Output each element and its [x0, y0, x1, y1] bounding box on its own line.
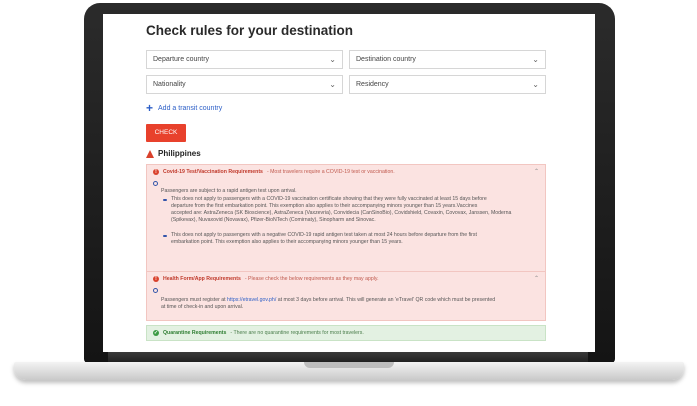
laptop-base [14, 362, 684, 380]
bullet-icon [163, 199, 167, 201]
residency-select[interactable]: Residency ⌄ [349, 75, 546, 94]
etravel-link[interactable]: https://etravel.gov.ph/ [227, 297, 276, 303]
health-text-line2: at time of check-in and upon arrival. [161, 304, 244, 310]
covid-bullet1-line1: This does not apply to passengers with a… [171, 196, 487, 202]
check-circle-icon: ✓ [153, 330, 159, 336]
health-panel-summary: - Please check the below requirements as… [244, 276, 379, 282]
health-form-panel[interactable]: ! Health Form/App Requirements - Please … [146, 271, 546, 321]
residency-label: Residency [356, 81, 389, 88]
covid-bullet2-line2: embarkation point. This exemption also a… [171, 239, 403, 245]
health-text-line1: Passengers must register at https://etra… [161, 297, 495, 304]
result-country-name: Philippines [158, 149, 201, 158]
add-transit-link[interactable]: + Add a transit country [146, 101, 223, 115]
covid-intro-text: Passengers are subject to a rapid antige… [161, 188, 297, 194]
covid-bullet1-line4: (Spikevax), Nuvaxovid (Novavax), Pfizer-… [171, 217, 376, 223]
bullet-icon [163, 235, 167, 237]
warning-icon [146, 149, 154, 158]
health-panel-header: ! Health Form/App Requirements - Please … [153, 276, 379, 282]
covid-panel-header: ! Covid-19 Test/Vaccination Requirements… [153, 169, 395, 175]
chevron-down-icon: ⌄ [532, 55, 539, 64]
result-country-heading: Philippines [146, 149, 201, 158]
chevron-down-icon: ⌄ [329, 55, 336, 64]
destination-country-label: Destination country [356, 56, 416, 63]
alert-circle-icon: ! [153, 276, 159, 282]
departure-country-label: Departure country [153, 56, 210, 63]
laptop-screen: Check rules for your destination Departu… [103, 14, 595, 352]
nationality-select[interactable]: Nationality ⌄ [146, 75, 343, 94]
check-button[interactable]: CHECK [146, 124, 186, 142]
covid-panel-title: Covid-19 Test/Vaccination Requirements [163, 169, 263, 175]
covid-bullet1-line3: accepted are: AstraZeneca (SK Bioscience… [171, 210, 512, 216]
page-title: Check rules for your destination [146, 23, 354, 38]
add-transit-label: Add a transit country [158, 104, 223, 112]
laptop-hinge [108, 352, 588, 362]
quarantine-panel-title: Quarantine Requirements [163, 330, 227, 336]
nationality-label: Nationality [153, 81, 186, 88]
quarantine-panel[interactable]: ✓ Quarantine Requirements - There are no… [146, 325, 546, 341]
chevron-down-icon: ⌄ [329, 80, 336, 89]
chevron-down-icon: ⌄ [532, 80, 539, 89]
chevron-up-icon[interactable]: ⌃ [534, 168, 539, 175]
list-marker-icon [153, 288, 158, 293]
laptop-notch [304, 362, 394, 368]
plus-icon: + [146, 101, 154, 115]
covid-panel-summary: - Most travelers require a COVID-19 test… [266, 169, 395, 175]
covid-requirements-panel[interactable]: ! Covid-19 Test/Vaccination Requirements… [146, 164, 546, 274]
alert-circle-icon: ! [153, 169, 159, 175]
destination-country-select[interactable]: Destination country ⌄ [349, 50, 546, 69]
departure-country-select[interactable]: Departure country ⌄ [146, 50, 343, 69]
quarantine-panel-summary: - There are no quarantine requirements f… [230, 330, 364, 336]
health-text-post: at most 3 days before arrival. This will… [277, 297, 496, 303]
health-panel-title: Health Form/App Requirements [163, 276, 241, 282]
health-text-pre: Passengers must register at [161, 297, 226, 303]
quarantine-panel-header: ✓ Quarantine Requirements - There are no… [153, 330, 364, 336]
covid-bullet1-line2: departure from the first embarkation poi… [171, 203, 478, 209]
list-marker-icon [153, 181, 158, 186]
covid-bullet2-line1: This does not apply to passengers with a… [171, 232, 477, 238]
chevron-up-icon[interactable]: ⌃ [534, 275, 539, 282]
